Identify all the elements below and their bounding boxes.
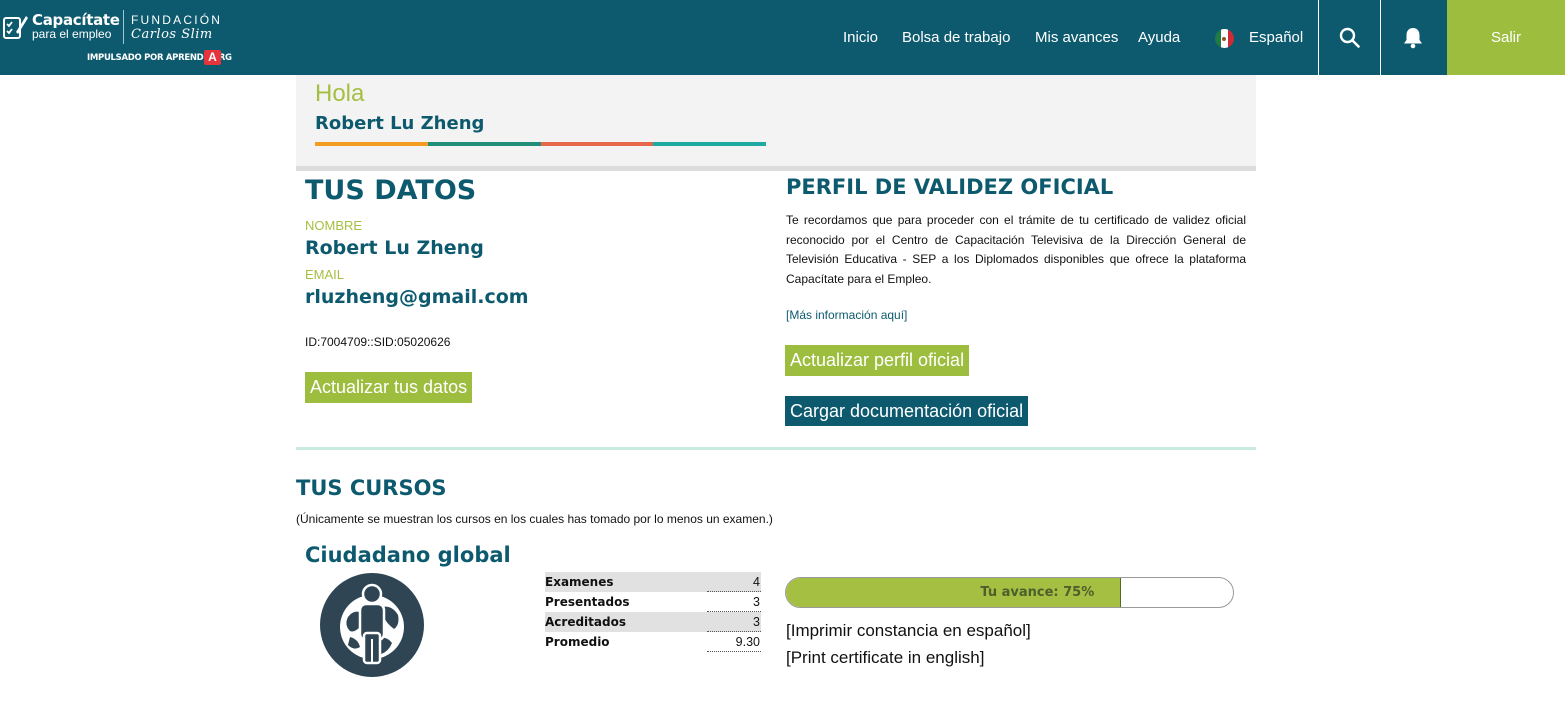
language-selector[interactable]: Español xyxy=(1249,0,1303,75)
notifications-button[interactable] xyxy=(1381,0,1445,75)
nombre-value: Robert Lu Zheng xyxy=(305,237,484,259)
checklist-icon xyxy=(3,16,28,39)
course-progress-bar: Tu avance: 75% xyxy=(785,577,1234,608)
stat-label: Examenes xyxy=(545,575,614,589)
stat-value: 4 xyxy=(707,572,761,592)
logo-divider xyxy=(123,10,124,44)
print-certificate-es-link[interactable]: [Imprimir constancia en español] xyxy=(786,621,1031,641)
progress-fill: Tu avance: 75% xyxy=(786,578,1122,607)
nombre-label: NOMBRE xyxy=(305,218,363,233)
mexico-flag-icon[interactable] xyxy=(1215,29,1234,48)
more-info-link[interactable]: [Más información aquí] xyxy=(786,308,907,322)
greeting-color-bars xyxy=(315,142,766,146)
logo-carlos-slim-text: Carlos Slim xyxy=(131,27,213,42)
stat-label: Promedio xyxy=(545,635,610,649)
nav-link-mis-avances[interactable]: Mis avances xyxy=(1035,0,1118,75)
tus-cursos-heading: TUS CURSOS xyxy=(296,476,447,500)
logo-brand-text: Capacítate xyxy=(32,11,120,29)
upload-official-documents-button[interactable]: Cargar documentación oficial xyxy=(785,396,1029,426)
greeting-bottom-border xyxy=(296,166,1256,171)
global-citizen-icon xyxy=(320,573,424,677)
perfil-paragraph: Te recordamos que para proceder con el t… xyxy=(786,213,1246,286)
update-official-profile-button[interactable]: Actualizar perfil oficial xyxy=(785,345,970,376)
print-certificate-en-link[interactable]: [Print certificate in english] xyxy=(786,648,984,668)
email-value: rluzheng@gmail.com xyxy=(305,286,529,308)
cursos-note: (Únicamente se muestran los cursos en lo… xyxy=(296,512,773,526)
stat-row-presentados: Presentados 3 xyxy=(545,592,761,612)
greeting-hola: Hola xyxy=(315,80,365,107)
stat-value: 3 xyxy=(707,592,761,612)
user-id-text: ID:7004709::SID:05020626 xyxy=(305,335,451,349)
greeting-panel: Hola Robert Lu Zheng xyxy=(296,75,1256,166)
color-bar-teal xyxy=(653,142,766,146)
greeting-user-name: Robert Lu Zheng xyxy=(315,113,485,134)
search-button[interactable] xyxy=(1319,0,1380,75)
color-bar-green xyxy=(427,142,541,146)
logo-sub-text: para el empleo xyxy=(32,27,112,41)
nav-link-bolsa-de-trabajo[interactable]: Bolsa de trabajo xyxy=(902,0,1010,75)
stat-value: 3 xyxy=(707,612,761,632)
email-label: EMAIL xyxy=(305,267,345,282)
perfil-heading: PERFIL DE VALIDEZ OFICIAL xyxy=(786,175,1114,199)
stat-label: Acreditados xyxy=(545,615,626,629)
stat-row-examenes: Examenes 4 xyxy=(545,572,761,592)
tus-datos-heading: TUS DATOS xyxy=(305,175,477,206)
top-navbar: Capacítate para el empleo FUNDACIÓN Carl… xyxy=(0,0,1565,75)
stat-row-promedio: Promedio 9.30 xyxy=(545,632,761,652)
stat-value: 9.30 xyxy=(707,632,761,652)
site-logo[interactable]: Capacítate para el empleo FUNDACIÓN Carl… xyxy=(0,0,240,75)
color-bar-orange xyxy=(315,142,428,146)
bell-icon xyxy=(1404,27,1422,48)
stat-label: Presentados xyxy=(545,595,630,609)
color-bar-coral xyxy=(540,142,654,146)
course-stats-table: Examenes 4 Presentados 3 Acreditados 3 P… xyxy=(545,572,761,652)
logout-button[interactable]: Salir xyxy=(1447,0,1565,75)
section-divider xyxy=(296,447,1256,450)
nav-link-inicio[interactable]: Inicio xyxy=(843,0,878,75)
aprende-logo-badge: A xyxy=(204,50,221,65)
update-data-button[interactable]: Actualizar tus datos xyxy=(305,372,473,403)
logo-fundacion-text: FUNDACIÓN xyxy=(131,13,223,27)
progress-label: Tu avance: 75% xyxy=(980,585,1095,600)
search-icon xyxy=(1339,27,1360,48)
nav-link-ayuda[interactable]: Ayuda xyxy=(1138,0,1180,75)
stat-row-acreditados: Acreditados 3 xyxy=(545,612,761,632)
course-title[interactable]: Ciudadano global xyxy=(305,543,511,567)
